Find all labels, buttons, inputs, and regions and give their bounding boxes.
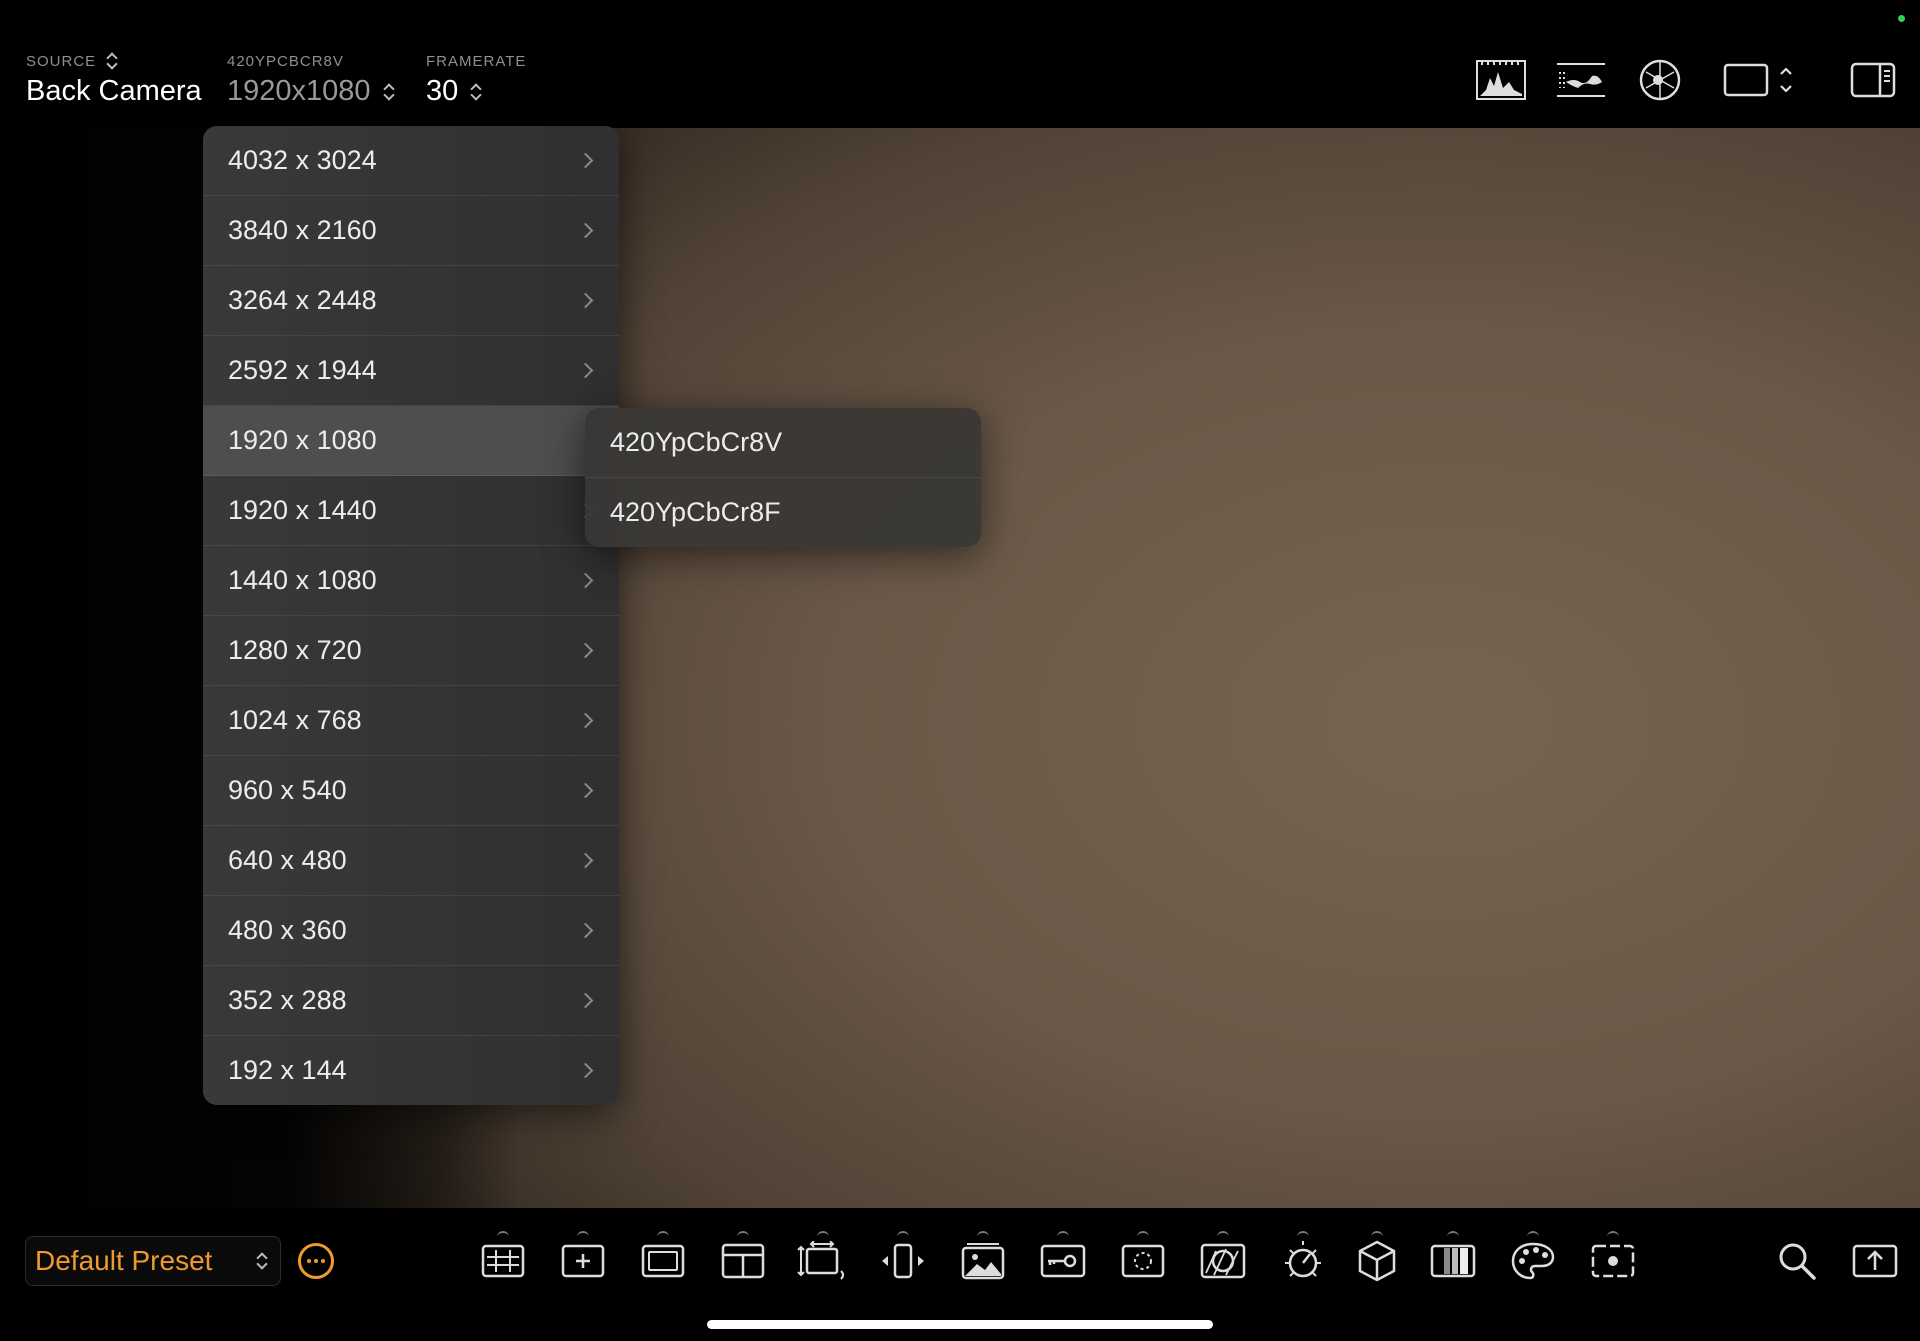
exposure-meter-icon[interactable] — [1277, 1231, 1329, 1286]
chevron-right-icon — [577, 712, 594, 729]
anamorphic-stretch-icon[interactable] — [797, 1231, 849, 1286]
search-icon[interactable] — [1771, 1236, 1823, 1286]
focus-area-icon[interactable] — [1117, 1231, 1169, 1286]
resolution-option[interactable]: 3840 x 2160 — [203, 196, 619, 266]
share-export-icon[interactable] — [1849, 1236, 1901, 1286]
frame-guide-icon[interactable] — [637, 1231, 689, 1286]
chevron-right-icon — [577, 852, 594, 869]
resolution-option[interactable]: 1024 x 768 — [203, 686, 619, 756]
aspect-frame-selector-icon[interactable] — [1722, 56, 1794, 104]
source-selector[interactable]: SOURCE Back Camera — [26, 52, 202, 108]
updown-chevron-icon — [256, 1252, 268, 1270]
resolution-option[interactable]: 1280 x 720 — [203, 616, 619, 686]
resolution-option[interactable]: 1440 x 1080 — [203, 546, 619, 616]
grid-overlay-icon[interactable] — [477, 1231, 529, 1286]
format-label: 420YPCBCR8V — [227, 52, 344, 70]
resolution-option[interactable]: 352 x 288 — [203, 966, 619, 1036]
chevron-right-icon — [577, 572, 594, 589]
source-label: SOURCE — [26, 52, 97, 70]
more-options-icon[interactable] — [298, 1243, 334, 1279]
resolution-option[interactable]: 2592 x 1944 — [203, 336, 619, 406]
resolution-menu: 4032 x 3024 3840 x 2160 3264 x 2448 2592… — [203, 126, 619, 1105]
chevron-right-icon — [577, 362, 594, 379]
chevron-right-icon — [577, 292, 594, 309]
format-selector[interactable]: 420YPCBCR8V 1920x1080 — [227, 52, 395, 108]
chevron-right-icon — [577, 642, 594, 659]
updown-chevron-icon — [383, 83, 395, 101]
vectorscope-icon[interactable] — [1634, 56, 1686, 104]
lut-cube-icon[interactable] — [1351, 1231, 1403, 1286]
resolution-option[interactable]: 4032 x 3024 — [203, 126, 619, 196]
format-value: 1920x1080 — [227, 75, 371, 107]
pixel-format-option[interactable]: 420YpCbCr8F — [585, 478, 981, 547]
chevron-right-icon — [577, 992, 594, 1009]
framerate-value: 30 — [426, 75, 459, 107]
waveform-icon[interactable] — [1555, 56, 1607, 104]
resolution-option[interactable]: 1920 x 1440 — [203, 476, 619, 546]
layout-guide-icon[interactable] — [717, 1231, 769, 1286]
framerate-selector[interactable]: FRAMERATE 30 — [426, 52, 526, 108]
image-overlay-icon[interactable] — [957, 1231, 1009, 1286]
preset-selector[interactable]: Default Preset — [25, 1236, 281, 1286]
resolution-option-selected[interactable]: 1920 x 1080 — [203, 406, 619, 476]
false-color-icon[interactable] — [1197, 1231, 1249, 1286]
focus-point-icon[interactable] — [1587, 1231, 1639, 1286]
zebra-key-icon[interactable] — [1037, 1231, 1089, 1286]
center-marker-icon[interactable] — [557, 1231, 609, 1286]
resolution-option[interactable]: 480 x 360 — [203, 896, 619, 966]
home-indicator[interactable] — [707, 1320, 1213, 1329]
source-value: Back Camera — [26, 75, 202, 107]
preset-label: Default Preset — [35, 1245, 213, 1276]
top-bar: SOURCE Back Camera 420YPCBCR8V 1920x1080… — [0, 0, 1920, 128]
resolution-option[interactable]: 960 x 540 — [203, 756, 619, 826]
framerate-label: FRAMERATE — [426, 52, 527, 70]
resolution-option[interactable]: 640 x 480 — [203, 826, 619, 896]
flip-icon[interactable] — [877, 1231, 929, 1286]
bottom-toolbar: Default Preset — [0, 1208, 1920, 1341]
chevron-right-icon — [577, 152, 594, 169]
status-indicator — [1898, 15, 1905, 22]
chevron-right-icon — [577, 922, 594, 939]
resolution-option[interactable]: 3264 x 2448 — [203, 266, 619, 336]
pixel-format-submenu: 420YpCbCr8V 420YpCbCr8F — [585, 408, 981, 547]
peaking-bars-icon[interactable] — [1427, 1231, 1479, 1286]
resolution-option[interactable]: 192 x 144 — [203, 1036, 619, 1105]
chevron-right-icon — [577, 782, 594, 799]
updown-chevron-icon — [106, 52, 118, 70]
pixel-format-option[interactable]: 420YpCbCr8V — [585, 408, 981, 478]
color-palette-icon[interactable] — [1507, 1231, 1559, 1286]
histogram-icon[interactable] — [1475, 56, 1527, 104]
chevron-right-icon — [577, 222, 594, 239]
chevron-right-icon — [577, 1062, 594, 1079]
updown-chevron-icon — [470, 83, 482, 101]
sidebar-toggle-icon[interactable] — [1847, 56, 1899, 104]
